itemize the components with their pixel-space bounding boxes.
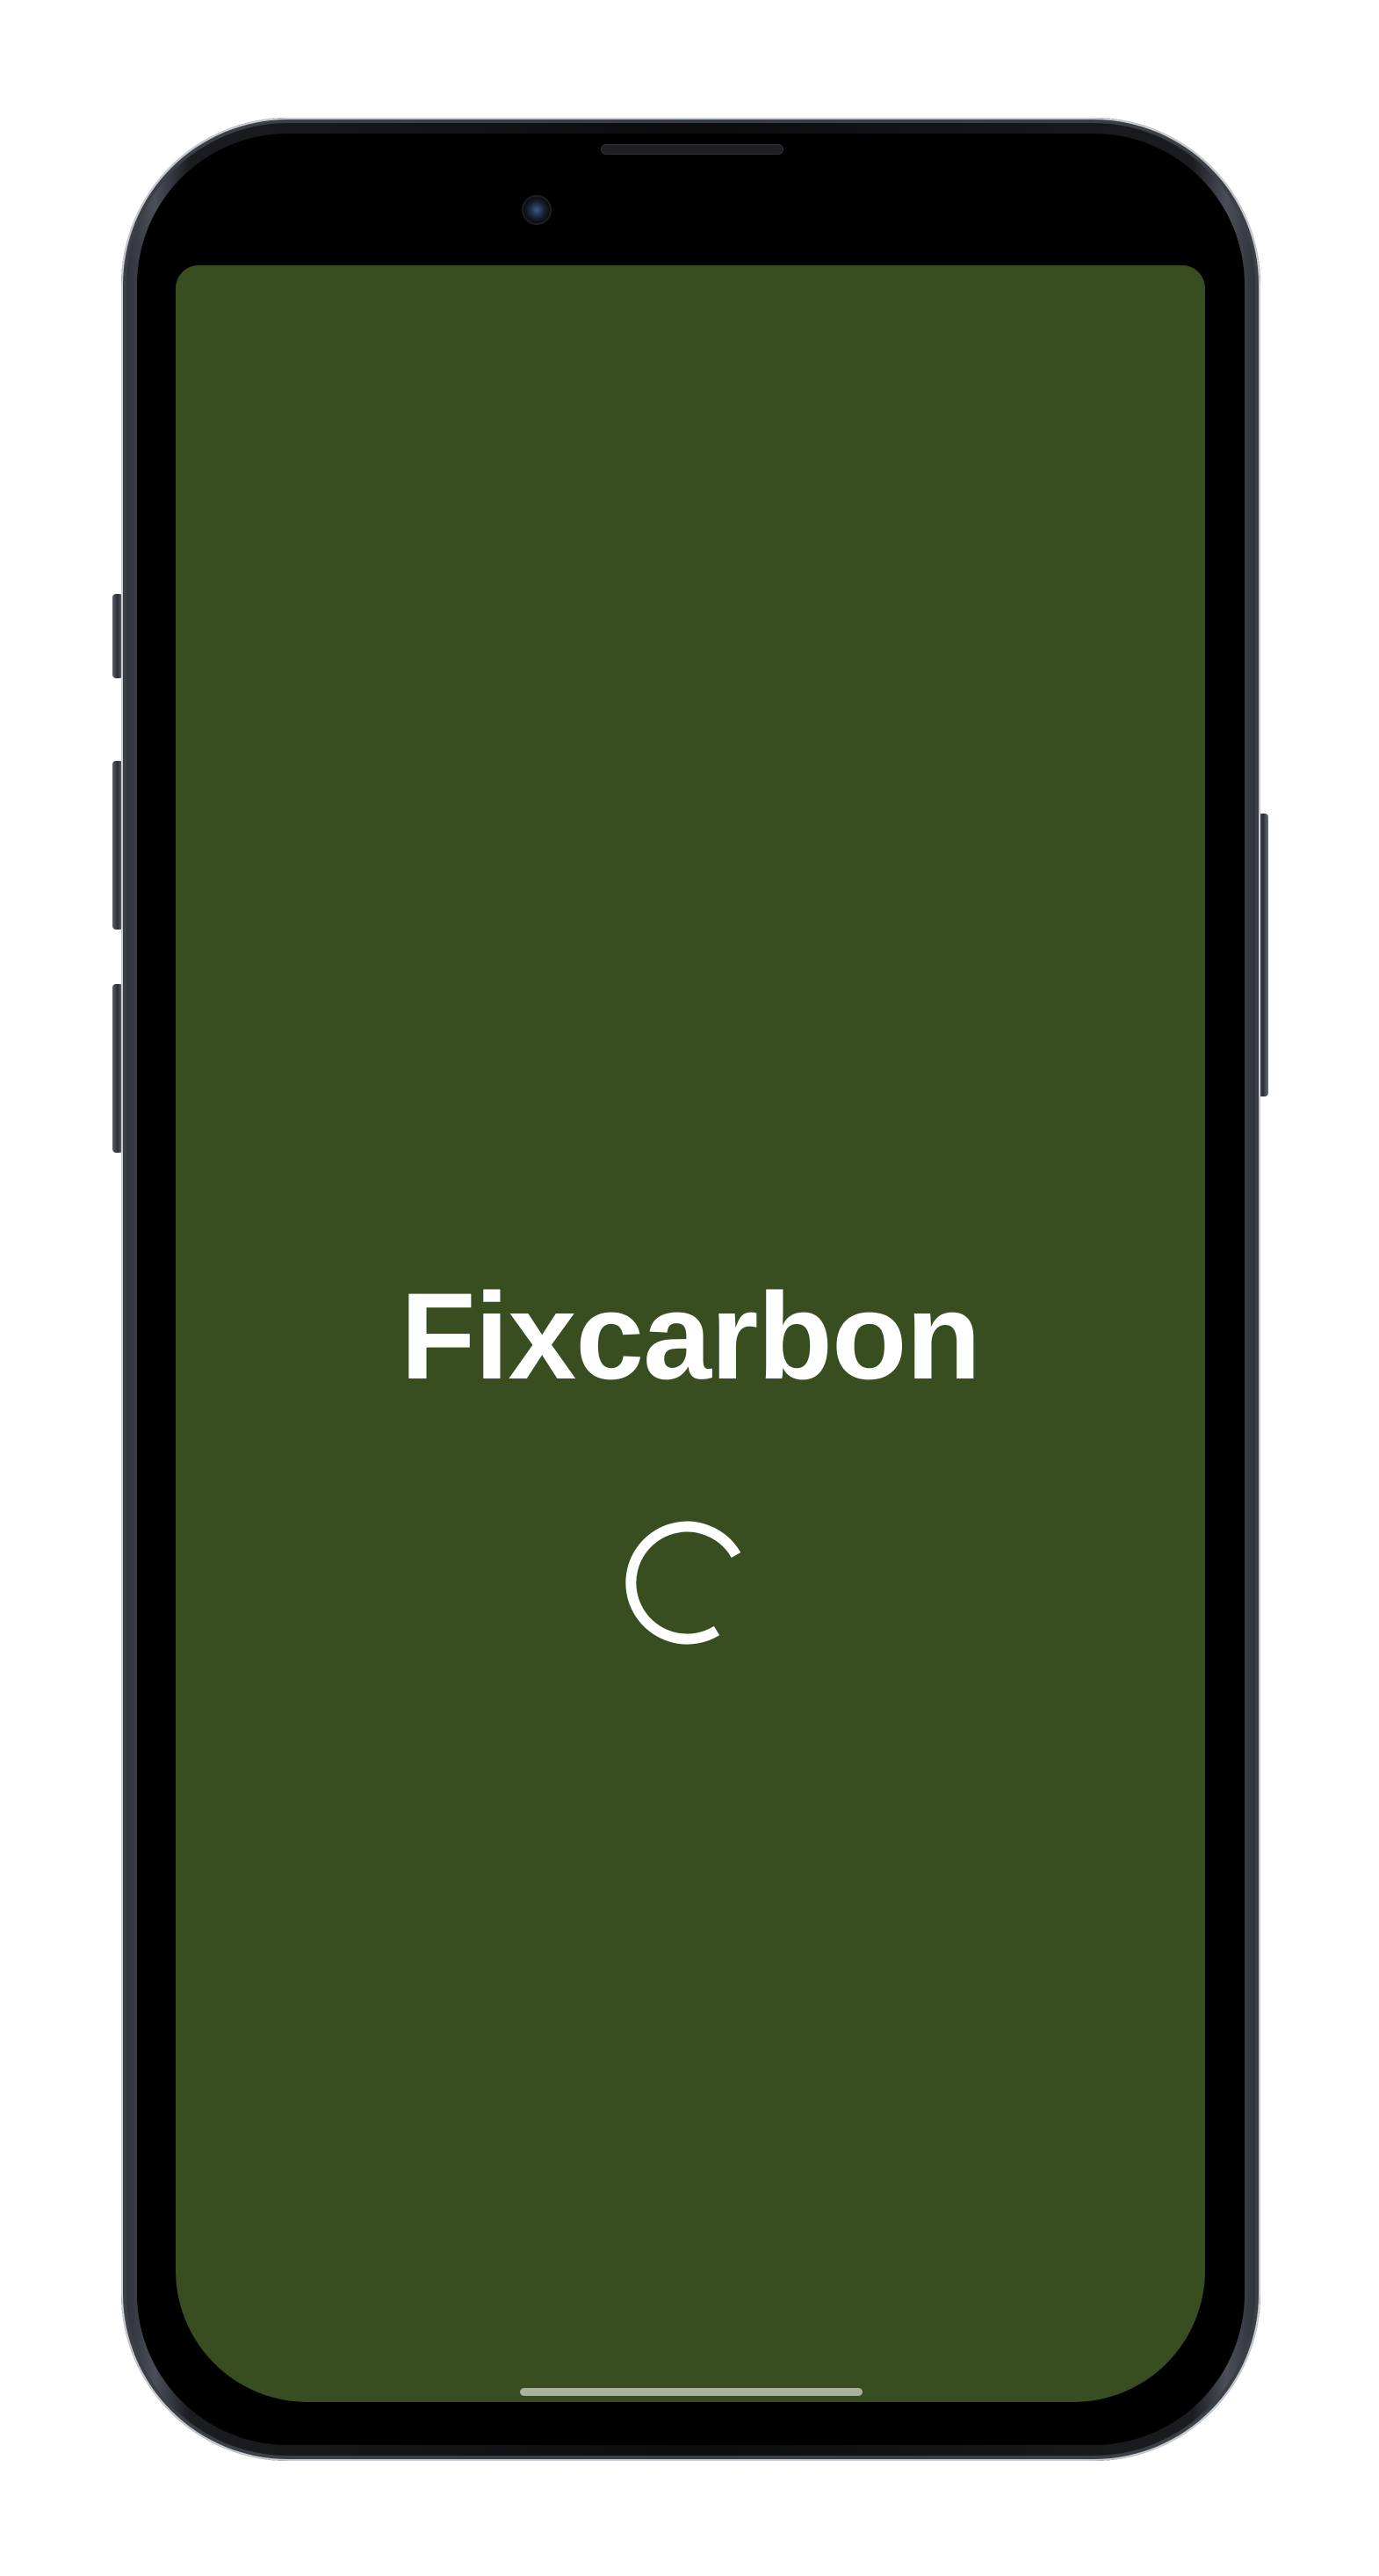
page: Fixcarbon [0, 0, 1379, 2576]
loading-spinner-icon [625, 1521, 741, 1645]
spinner-arc [625, 1521, 741, 1645]
splash-screen: Fixcarbon [176, 265, 1205, 2402]
home-indicator[interactable] [520, 2388, 863, 2396]
front-camera-icon [522, 195, 552, 225]
earpiece-speaker [601, 144, 783, 155]
app-title: Fixcarbon [400, 1267, 981, 1405]
